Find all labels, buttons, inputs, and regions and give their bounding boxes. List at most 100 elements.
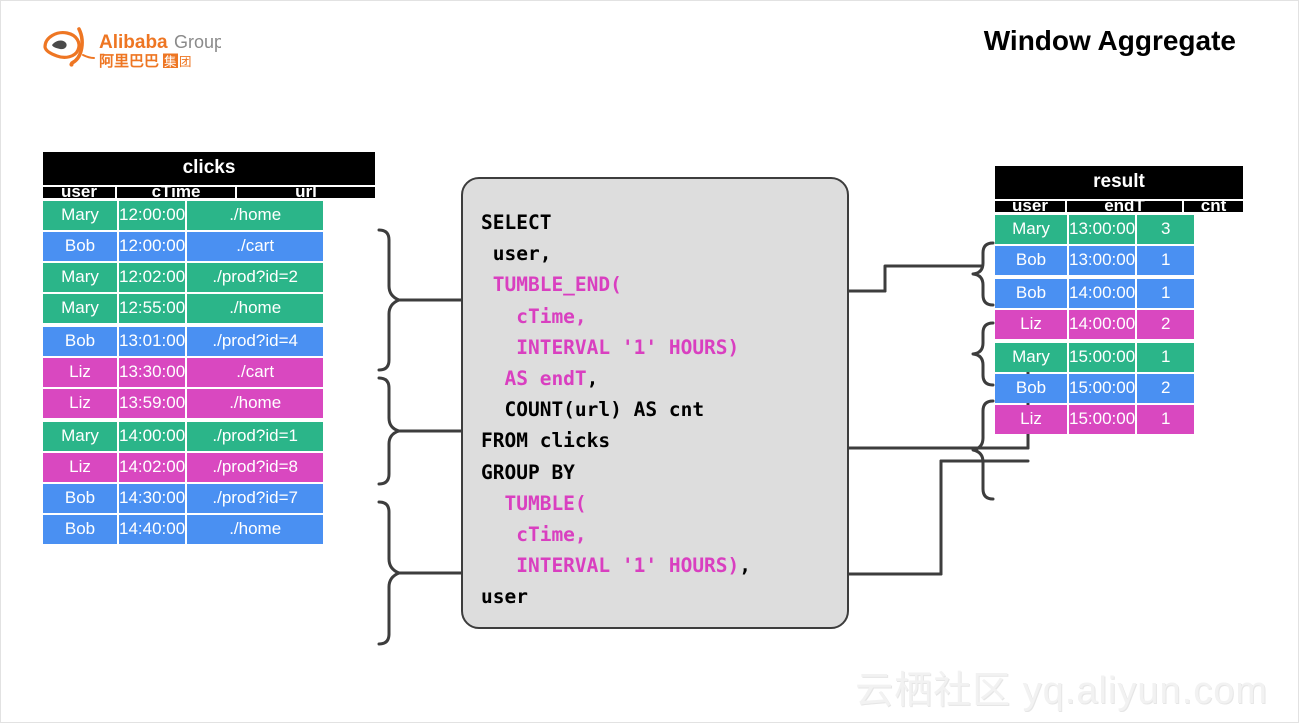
clicks-cell-url: ./prod?id=7	[187, 484, 324, 513]
clicks-cell-url: ./home	[187, 389, 324, 418]
clicks-col-url: url	[237, 183, 375, 200]
table-row[interactable]: Bob 15:00:00 2	[995, 374, 1243, 403]
clicks-cell-cTime: 12:02:00	[119, 263, 186, 292]
sql-token: GROUP BY	[481, 460, 575, 484]
clicks-cell-user: Bob	[43, 484, 117, 513]
clicks-cell-url: ./prod?id=2	[187, 263, 324, 292]
clicks-cell-cTime: 12:00:00	[119, 201, 186, 230]
svg-text:Group: Group	[174, 32, 221, 52]
result-cell-cnt: 1	[1137, 343, 1195, 372]
result-cell-cnt: 2	[1137, 374, 1195, 403]
result-cell-user: Mary	[995, 343, 1067, 372]
clicks-cell-cTime: 12:00:00	[119, 232, 186, 261]
sql-token: cTime,	[481, 304, 587, 328]
clicks-cell-cTime: 12:55:00	[119, 294, 186, 323]
table-row[interactable]: Liz 14:00:00 2	[995, 310, 1243, 339]
sql-token: FROM clicks	[481, 429, 611, 453]
result-cell-endT: 13:00:00	[1069, 215, 1136, 244]
clicks-cell-url: ./cart	[187, 232, 324, 261]
result-col-endt: endT	[1067, 197, 1184, 214]
clicks-cell-cTime: 14:40:00	[119, 515, 186, 544]
svg-text:Alibaba: Alibaba	[99, 32, 168, 53]
result-cell-cnt: 2	[1137, 310, 1195, 339]
table-row[interactable]: Liz 13:59:00 ./home	[43, 389, 375, 418]
table-row[interactable]: Liz 15:00:00 1	[995, 405, 1243, 434]
result-cell-user: Bob	[995, 374, 1067, 403]
sql-query-panel: SELECT user, TUMBLE_END( cTime, INTERVAL…	[461, 177, 849, 629]
table-row[interactable]: Mary 13:00:00 3	[995, 215, 1243, 244]
result-col-cnt: cnt	[1184, 197, 1243, 214]
clicks-col-user: user	[43, 183, 117, 200]
clicks-cell-user: Mary	[43, 263, 117, 292]
result-cell-user: Liz	[995, 405, 1067, 434]
sql-token: cTime,	[481, 523, 587, 547]
table-row[interactable]: Bob 13:01:00 ./prod?id=4	[43, 327, 375, 356]
clicks-cell-cTime: 14:00:00	[119, 422, 186, 451]
table-row[interactable]: Bob 14:00:00 1	[995, 279, 1243, 308]
clicks-cell-url: ./cart	[187, 358, 324, 387]
clicks-cell-cTime: 13:30:00	[119, 358, 186, 387]
result-cell-endT: 15:00:00	[1069, 343, 1136, 372]
svg-text:集: 集	[164, 54, 177, 69]
result-cell-cnt: 1	[1137, 405, 1195, 434]
table-row[interactable]: Bob 13:00:00 1	[995, 246, 1243, 275]
sql-token: INTERVAL '1' HOURS)	[481, 335, 740, 359]
table-row[interactable]: Liz 14:02:00 ./prod?id=8	[43, 453, 375, 482]
alibaba-group-logo: Alibaba Group 阿里巴巴 集 团	[41, 25, 221, 71]
table-row[interactable]: Mary 12:02:00 ./prod?id=2	[43, 263, 375, 292]
svg-text:团: 团	[179, 54, 192, 69]
result-group: Mary 15:00:00 1 Bob 15:00:00 2 Liz 15:00:00 1	[995, 343, 1243, 434]
clicks-group: Mary 12:00:00 ./home Bob 12:00:00 ./cart Mary 1…	[43, 201, 375, 323]
table-row[interactable]: Mary 15:00:00 1	[995, 343, 1243, 372]
result-col-user: user	[995, 197, 1067, 214]
table-row[interactable]: Liz 13:30:00 ./cart	[43, 358, 375, 387]
clicks-cell-user: Mary	[43, 294, 117, 323]
table-row[interactable]: Mary 12:00:00 ./home	[43, 201, 375, 230]
clicks-cell-user: Liz	[43, 358, 117, 387]
table-row[interactable]: Bob 12:00:00 ./cart	[43, 232, 375, 261]
clicks-group: Mary 14:00:00 ./prod?id=1 Liz 14:02:00 ./prod…	[43, 422, 375, 544]
table-row[interactable]: Bob 14:30:00 ./prod?id=7	[43, 484, 375, 513]
result-cell-cnt: 1	[1137, 246, 1195, 275]
result-cell-user: Bob	[995, 246, 1067, 275]
slide-canvas: Alibaba Group 阿里巴巴 集 团 Window Aggregate	[0, 0, 1299, 723]
table-row[interactable]: Bob 14:40:00 ./home	[43, 515, 375, 544]
result-cell-endT: 15:00:00	[1069, 374, 1136, 403]
clicks-cell-user: Liz	[43, 453, 117, 482]
sql-token: COUNT(url) AS cnt	[481, 398, 705, 422]
sql-token: user	[481, 585, 528, 609]
svg-text:阿里巴巴: 阿里巴巴	[99, 52, 159, 70]
clicks-cell-url: ./prod?id=8	[187, 453, 324, 482]
result-group: Bob 14:00:00 1 Liz 14:00:00 2	[995, 279, 1243, 339]
clicks-col-ctime: cTime	[117, 183, 237, 200]
result-group: Mary 13:00:00 3 Bob 13:00:00 1	[995, 215, 1243, 275]
clicks-table: clicks user cTime url Mary 12:00:00 ./home Bo…	[43, 152, 375, 544]
result-cell-cnt: 1	[1137, 279, 1195, 308]
page-title: Window Aggregate	[983, 25, 1236, 56]
result-cell-endT: 15:00:00	[1069, 405, 1136, 434]
clicks-cell-url: ./home	[187, 294, 324, 323]
sql-query-text: SELECT user, TUMBLE_END( cTime, INTERVAL…	[481, 207, 847, 613]
clicks-cell-url: ./prod?id=1	[187, 422, 324, 451]
clicks-cell-user: Mary	[43, 422, 117, 451]
result-cell-user: Bob	[995, 279, 1067, 308]
result-cell-endT: 13:00:00	[1069, 246, 1136, 275]
table-row[interactable]: Mary 12:55:00 ./home	[43, 294, 375, 323]
sql-token: ,	[739, 554, 752, 578]
clicks-cell-cTime: 14:30:00	[119, 484, 186, 513]
clicks-cell-cTime: 13:01:00	[119, 327, 186, 356]
result-cell-user: Mary	[995, 215, 1067, 244]
clicks-cell-url: ./home	[187, 515, 324, 544]
clicks-group: Bob 13:01:00 ./prod?id=4 Liz 13:30:00 ./cart L…	[43, 327, 375, 418]
result-cell-cnt: 3	[1137, 215, 1195, 244]
clicks-cell-user: Mary	[43, 201, 117, 230]
result-cell-endT: 14:00:00	[1069, 310, 1136, 339]
clicks-cell-user: Bob	[43, 327, 117, 356]
clicks-cell-cTime: 14:02:00	[119, 453, 186, 482]
clicks-cell-user: Liz	[43, 389, 117, 418]
sql-token: INTERVAL '1' HOURS)	[481, 554, 740, 578]
table-row[interactable]: Mary 14:00:00 ./prod?id=1	[43, 422, 375, 451]
clicks-cell-url: ./home	[187, 201, 324, 230]
watermark: 云栖社区 yq.aliyun.com	[855, 670, 1268, 712]
clicks-table-header-row: user cTime url	[43, 183, 375, 200]
